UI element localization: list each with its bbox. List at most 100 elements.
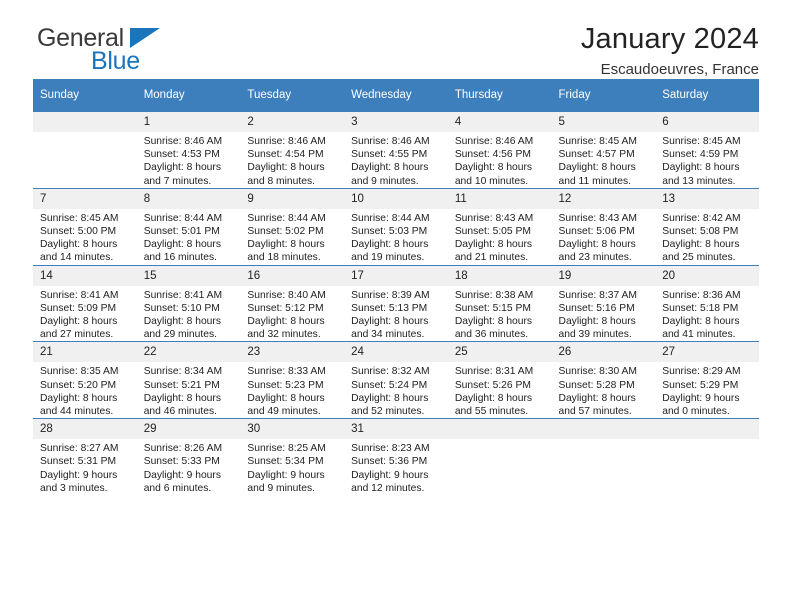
day-info-line: and 7 minutes. bbox=[143, 175, 212, 187]
day-info-line: Sunrise: 8:46 AM bbox=[351, 136, 430, 147]
calendar-day-cell[interactable]: 11 Sunrise: 8:43 AM Sunset: 5:05 PM Dayligh… bbox=[447, 187, 552, 266]
calendar-day-cell[interactable]: 15 Sunrise: 8:41 AM Sunset: 5:10 PM Dayligh… bbox=[136, 264, 241, 342]
calendar-day-cell[interactable]: 31 Sunrise: 8:23 AM Sunset: 5:36 PM Dayligh… bbox=[344, 418, 448, 496]
day-sun-info bbox=[33, 132, 137, 135]
day-sun-info: Sunrise: 8:45 AM Sunset: 4:59 PM Daylight:… bbox=[655, 132, 759, 188]
day-info-line: Daylight: 8 hours bbox=[143, 392, 221, 404]
day-sun-info: Sunrise: 8:38 AM Sunset: 5:15 PM Daylight:… bbox=[448, 286, 552, 342]
day-info-line: Daylight: 8 hours bbox=[558, 162, 636, 174]
day-cell-content: 7 Sunrise: 8:45 AM Sunset: 5:00 PM Daylight… bbox=[33, 188, 137, 265]
day-sun-info bbox=[552, 439, 656, 442]
day-info-line: Sunset: 5:33 PM bbox=[143, 456, 220, 468]
day-cell-content: 20 Sunrise: 8:36 AM Sunset: 5:18 PM Dayligh… bbox=[655, 265, 759, 342]
calendar-day-cell[interactable]: 23 Sunrise: 8:33 AM Sunset: 5:23 PM Dayligh… bbox=[240, 341, 345, 419]
calendar-day-cell[interactable]: 3 Sunrise: 8:46 AM Sunset: 4:55 PM Daylight… bbox=[344, 111, 448, 189]
day-info-line: Sunset: 4:59 PM bbox=[662, 149, 739, 161]
calendar-day-cell[interactable]: 22 Sunrise: 8:34 AM Sunset: 5:21 PM Dayligh… bbox=[136, 341, 241, 419]
page-title: January 2024 bbox=[580, 23, 759, 55]
day-info-line: and 57 minutes. bbox=[558, 406, 632, 418]
day-info-line: Sunrise: 8:42 AM bbox=[662, 212, 741, 224]
calendar-day-cell[interactable]: 18 Sunrise: 8:38 AM Sunset: 5:15 PM Dayligh… bbox=[447, 264, 552, 342]
day-info-line: Sunset: 4:56 PM bbox=[454, 149, 531, 161]
day-info-line: Sunset: 4:54 PM bbox=[247, 149, 324, 161]
calendar-day-cell[interactable]: 28 Sunrise: 8:27 AM Sunset: 5:31 PM Dayligh… bbox=[33, 418, 137, 496]
day-info-line: Sunrise: 8:43 AM bbox=[454, 212, 534, 224]
day-sun-info: Sunrise: 8:39 AM Sunset: 5:13 PM Daylight:… bbox=[344, 286, 448, 342]
day-info-line: Sunset: 5:03 PM bbox=[351, 226, 428, 238]
day-info-line: Daylight: 9 hours bbox=[247, 469, 325, 481]
calendar-day-cell[interactable]: 14 Sunrise: 8:41 AM Sunset: 5:09 PM Dayligh… bbox=[33, 264, 137, 342]
day-info-line: and 46 minutes. bbox=[143, 406, 217, 418]
day-cell-content bbox=[551, 419, 656, 495]
day-number: 28 bbox=[33, 419, 137, 440]
calendar-day-cell[interactable]: 27 Sunrise: 8:29 AM Sunset: 5:29 PM Dayligh… bbox=[655, 341, 759, 419]
calendar-day-cell[interactable]: 29 Sunrise: 8:26 AM Sunset: 5:33 PM Dayligh… bbox=[136, 418, 241, 496]
day-info-line: and 12 minutes. bbox=[351, 482, 425, 494]
day-number: 23 bbox=[240, 342, 345, 363]
day-info-line: Daylight: 8 hours bbox=[247, 392, 325, 404]
day-info-line: Sunset: 5:02 PM bbox=[247, 226, 324, 238]
day-info-line: Sunset: 5:13 PM bbox=[351, 302, 428, 314]
column-header-tuesday: Tuesday bbox=[240, 79, 345, 112]
calendar-day-cell[interactable]: 7 Sunrise: 8:45 AM Sunset: 5:00 PM Daylight… bbox=[33, 187, 137, 266]
day-sun-info: Sunrise: 8:44 AM Sunset: 5:03 PM Daylight:… bbox=[344, 209, 448, 265]
day-sun-info: Sunrise: 8:41 AM Sunset: 5:10 PM Daylight:… bbox=[137, 286, 241, 342]
calendar-day-cell[interactable]: 12 Sunrise: 8:43 AM Sunset: 5:06 PM Dayligh… bbox=[551, 187, 656, 266]
calendar-day-cell[interactable]: 13 Sunrise: 8:42 AM Sunset: 5:08 PM Dayligh… bbox=[655, 187, 759, 266]
day-cell-content: 16 Sunrise: 8:40 AM Sunset: 5:12 PM Dayligh… bbox=[240, 265, 345, 342]
day-number: 4 bbox=[447, 112, 552, 132]
calendar-day-cell[interactable]: 10 Sunrise: 8:44 AM Sunset: 5:03 PM Dayligh… bbox=[344, 187, 448, 266]
calendar-day-cell-empty bbox=[447, 418, 552, 496]
calendar-day-cell[interactable]: 6 Sunrise: 8:45 AM Sunset: 4:59 PM Daylight… bbox=[655, 111, 759, 189]
day-info-line: and 55 minutes. bbox=[454, 406, 529, 418]
day-cell-content bbox=[33, 112, 137, 188]
day-sun-info: Sunrise: 8:29 AM Sunset: 5:29 PM Daylight:… bbox=[655, 362, 759, 418]
day-sun-info: Sunrise: 8:32 AM Sunset: 5:24 PM Daylight:… bbox=[344, 362, 448, 418]
day-info-line: Sunrise: 8:30 AM bbox=[558, 366, 637, 378]
calendar-day-cell[interactable]: 21 Sunrise: 8:35 AM Sunset: 5:20 PM Dayligh… bbox=[33, 341, 137, 419]
day-info-line: Sunset: 5:31 PM bbox=[40, 456, 117, 468]
day-sun-info: Sunrise: 8:41 AM Sunset: 5:09 PM Daylight:… bbox=[33, 286, 137, 342]
calendar-day-cell[interactable]: 25 Sunrise: 8:31 AM Sunset: 5:26 PM Dayligh… bbox=[447, 341, 552, 419]
day-cell-content: 4 Sunrise: 8:46 AM Sunset: 4:56 PM Daylight… bbox=[447, 112, 552, 188]
day-cell-content: 6 Sunrise: 8:45 AM Sunset: 4:59 PM Daylight… bbox=[655, 112, 759, 188]
day-info-line: Sunrise: 8:27 AM bbox=[40, 443, 119, 455]
calendar-day-cell-empty bbox=[655, 418, 759, 496]
day-info-line: and 36 minutes. bbox=[454, 329, 529, 341]
day-number bbox=[33, 112, 137, 132]
day-info-line: Daylight: 8 hours bbox=[143, 239, 221, 251]
day-info-line: and 32 minutes. bbox=[247, 329, 321, 341]
day-info-line: Daylight: 8 hours bbox=[40, 239, 118, 251]
day-sun-info: Sunrise: 8:45 AM Sunset: 4:57 PM Daylight:… bbox=[552, 132, 656, 188]
day-sun-info: Sunrise: 8:45 AM Sunset: 5:00 PM Daylight:… bbox=[33, 209, 137, 265]
day-info-line: Sunrise: 8:38 AM bbox=[454, 289, 534, 301]
calendar-day-cell[interactable]: 4 Sunrise: 8:46 AM Sunset: 4:56 PM Daylight… bbox=[447, 111, 552, 189]
day-info-line: Daylight: 8 hours bbox=[40, 392, 118, 404]
day-cell-content: 15 Sunrise: 8:41 AM Sunset: 5:10 PM Dayligh… bbox=[136, 265, 241, 342]
day-cell-content: 25 Sunrise: 8:31 AM Sunset: 5:26 PM Dayligh… bbox=[447, 342, 552, 418]
calendar-day-cell[interactable]: 20 Sunrise: 8:36 AM Sunset: 5:18 PM Dayligh… bbox=[655, 264, 759, 342]
day-cell-content: 22 Sunrise: 8:34 AM Sunset: 5:21 PM Dayligh… bbox=[136, 342, 241, 418]
calendar-day-cell[interactable]: 26 Sunrise: 8:30 AM Sunset: 5:28 PM Dayligh… bbox=[551, 341, 656, 419]
calendar-day-cell[interactable]: 1 Sunrise: 8:46 AM Sunset: 4:53 PM Daylight… bbox=[136, 111, 241, 189]
day-cell-content: 31 Sunrise: 8:23 AM Sunset: 5:36 PM Dayligh… bbox=[344, 419, 448, 495]
general-blue-logo[interactable]: General Blue bbox=[33, 24, 213, 76]
day-number: 21 bbox=[33, 342, 137, 363]
calendar-day-cell[interactable]: 16 Sunrise: 8:40 AM Sunset: 5:12 PM Dayligh… bbox=[240, 264, 345, 342]
day-info-line: Sunset: 5:29 PM bbox=[662, 379, 739, 391]
calendar-day-cell[interactable]: 17 Sunrise: 8:39 AM Sunset: 5:13 PM Dayligh… bbox=[344, 264, 448, 342]
column-header-friday: Friday bbox=[551, 79, 656, 112]
day-info-line: and 27 minutes. bbox=[40, 329, 114, 341]
day-sun-info: Sunrise: 8:33 AM Sunset: 5:23 PM Daylight:… bbox=[240, 362, 344, 418]
calendar-day-cell[interactable]: 2 Sunrise: 8:46 AM Sunset: 4:54 PM Daylight… bbox=[240, 111, 345, 189]
calendar-day-cell[interactable]: 8 Sunrise: 8:44 AM Sunset: 5:01 PM Daylight… bbox=[136, 187, 241, 266]
day-info-line: Sunset: 5:26 PM bbox=[454, 379, 531, 391]
calendar-day-cell[interactable]: 19 Sunrise: 8:37 AM Sunset: 5:16 PM Dayligh… bbox=[551, 264, 656, 342]
calendar-day-cell[interactable]: 30 Sunrise: 8:25 AM Sunset: 5:34 PM Dayligh… bbox=[240, 418, 345, 496]
day-sun-info: Sunrise: 8:25 AM Sunset: 5:34 PM Daylight:… bbox=[240, 439, 344, 495]
calendar-day-cell[interactable]: 5 Sunrise: 8:45 AM Sunset: 4:57 PM Daylight… bbox=[551, 111, 656, 189]
calendar-day-cell[interactable]: 9 Sunrise: 8:44 AM Sunset: 5:02 PM Daylight… bbox=[240, 187, 345, 266]
calendar-day-cell[interactable]: 24 Sunrise: 8:32 AM Sunset: 5:24 PM Dayligh… bbox=[344, 341, 448, 419]
day-sun-info: Sunrise: 8:46 AM Sunset: 4:55 PM Daylight:… bbox=[344, 132, 448, 188]
day-info-line: and 41 minutes. bbox=[662, 329, 736, 341]
